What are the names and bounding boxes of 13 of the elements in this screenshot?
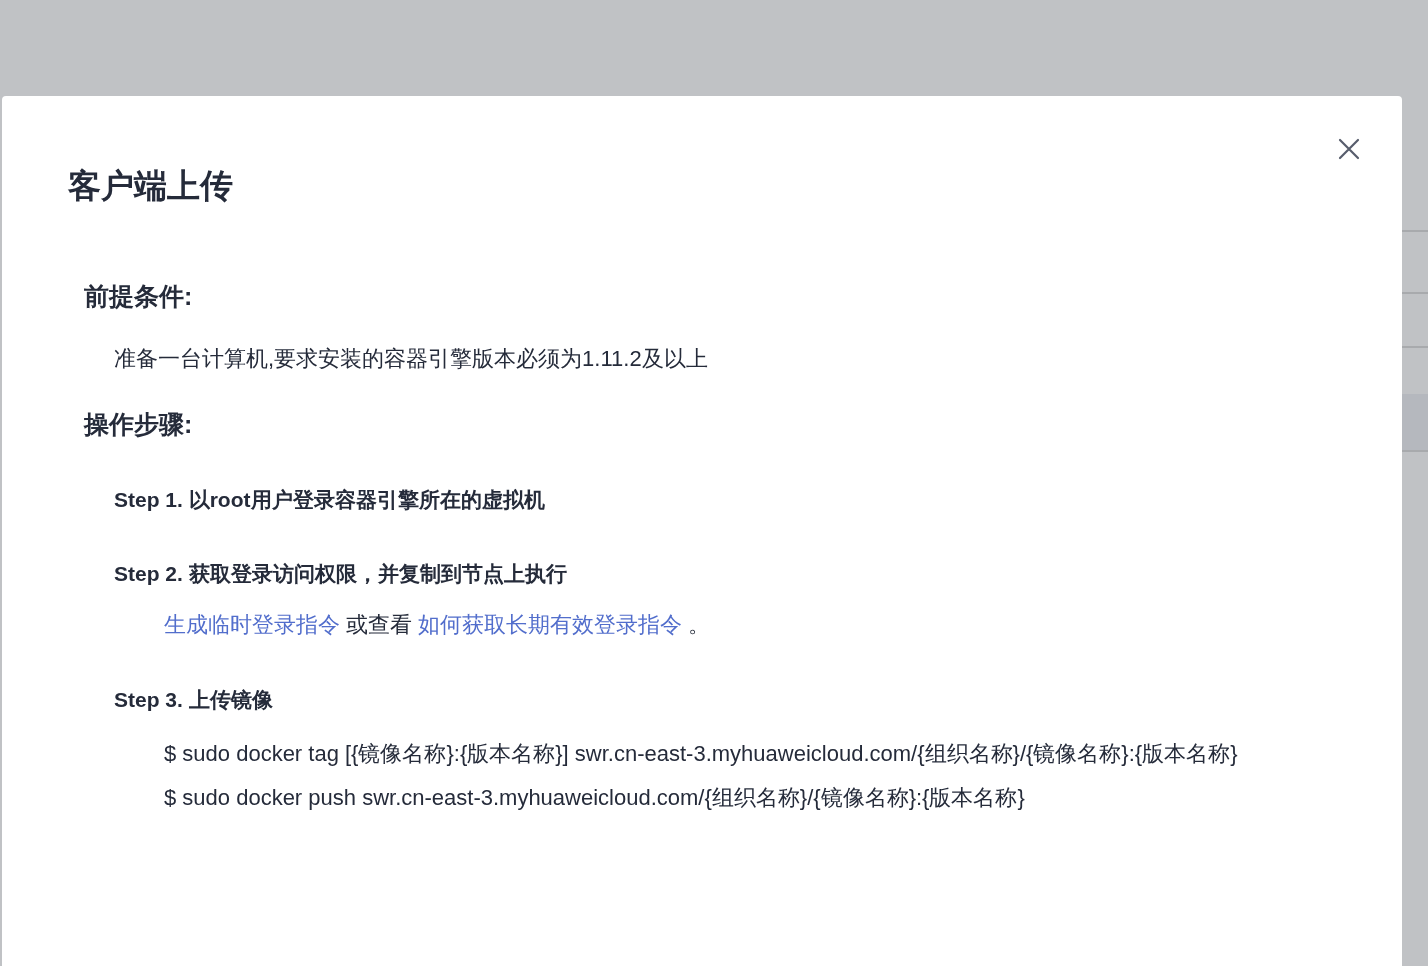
link[interactable]: 生成临时登录指令 — [164, 612, 340, 637]
command-text: $ sudo docker tag [{镜像名称}:{版本名称}] swr.cn-east-3.myhuaweicloud.com/{组织名称}/{镜像名称}:{版本名称} — [164, 740, 1239, 768]
instruction-text: 生成临时登录指令 或查看 如何获取长期有效登录指令 。 — [164, 611, 712, 639]
command-text: $ sudo docker push swr.cn-east-3.myhuaweicloud.com/{组织名称}/{镜像名称}:{版本名称} — [164, 784, 1026, 812]
section-heading: 前提条件: — [84, 281, 194, 312]
step-title: Step 2. 获取登录访问权限，并复制到节点上执行 — [114, 561, 568, 587]
prerequisite-text: 准备一台计算机,要求安装的容器引擎版本必须为1.11.2及以上 — [114, 345, 709, 373]
close-button[interactable] — [1336, 136, 1362, 162]
step-title: Step 1. 以root用户登录容器引擎所在的虚拟机 — [114, 487, 546, 513]
section-heading: 操作步骤: — [84, 409, 194, 440]
step-title: Step 3. 上传镜像 — [114, 687, 274, 713]
dialog-title: 客户端上传 — [68, 166, 233, 206]
link[interactable]: 如何获取长期有效登录指令 — [418, 612, 683, 637]
